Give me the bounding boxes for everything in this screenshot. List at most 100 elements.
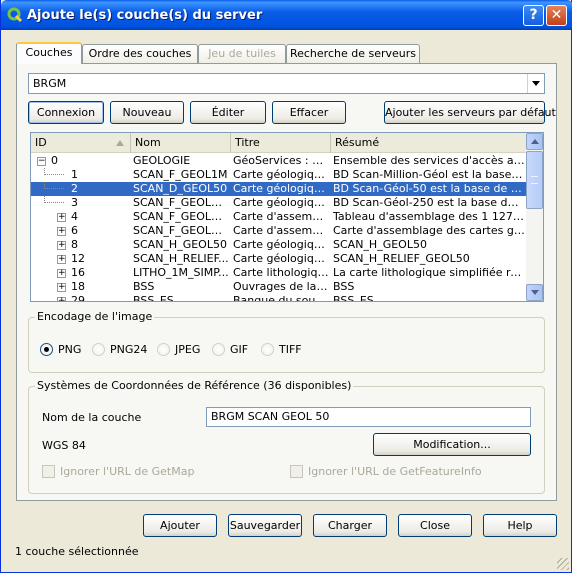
cell-resume: BD Scan-Million-Géol est la base de d... xyxy=(333,168,525,181)
help-button[interactable]: Help xyxy=(483,514,557,537)
column-header-id-label: ID xyxy=(35,136,47,149)
cell-nom: SCAN_F_GEOL250 xyxy=(133,196,229,209)
cell-id-text: 3 xyxy=(71,196,78,209)
close-title-button[interactable]: ✕ xyxy=(546,5,567,26)
expand-icon[interactable]: + xyxy=(57,212,66,222)
grip-icon xyxy=(531,176,538,184)
cell-resume: SCAN_H_GEOL50 xyxy=(333,238,427,251)
title-bar[interactable]: Ajoute le(s) couche(s) du server ? ✕ xyxy=(1,0,572,30)
qgis-logo-icon xyxy=(7,7,23,23)
cell-titre: Carte géologique... xyxy=(233,252,330,265)
dialog-window: Ajoute le(s) couche(s) du server ? ✕ Cou… xyxy=(0,0,572,573)
connect-button[interactable]: Connexion xyxy=(28,101,104,124)
ignore-getfeatureinfo-label: Ignorer l'URL de GetFeatureInfo xyxy=(308,465,482,478)
new-button[interactable]: Nouveau xyxy=(110,101,184,124)
cell-resume: SCAN_H_RELIEF_GEOL50 xyxy=(333,252,470,265)
cell-id-text: 16 xyxy=(71,266,85,279)
scrollbar-thumb[interactable] xyxy=(526,151,543,209)
table-row[interactable]: +12 SCAN_H_RELIEF... Carte géologique... SC… xyxy=(31,252,527,266)
table-row[interactable]: 2 SCAN_D_GEOL50 Carte géologique... BD Scan… xyxy=(31,182,527,196)
cell-nom: BSS_ES xyxy=(133,294,174,302)
column-header-nom[interactable]: Nom xyxy=(131,133,231,153)
radio-png-label: PNG xyxy=(58,343,82,356)
cell-resume: BSS_ES xyxy=(333,294,374,302)
cell-id-text: 0 xyxy=(51,154,58,167)
cell-resume: BD Scan-Géol-50 est la base de donn... xyxy=(333,182,525,195)
encoding-group-title: Encodage de l'image xyxy=(35,310,155,323)
change-crs-button[interactable]: Modification... xyxy=(373,433,531,456)
cell-nom: SCAN_H_RELIEF... xyxy=(133,252,229,265)
cell-id: +12 xyxy=(31,252,131,266)
sort-up-icon xyxy=(116,140,124,146)
scroll-down-icon[interactable] xyxy=(526,284,543,301)
layers-table[interactable]: ID Nom Titre Résumé −0 GEOLOGIE GéoService… xyxy=(30,132,544,302)
expand-icon[interactable]: + xyxy=(57,254,66,264)
tab-ordre-des-couches[interactable]: Ordre des couches xyxy=(82,44,198,63)
cell-id-text: 6 xyxy=(71,224,78,237)
tree-line xyxy=(44,182,64,189)
window-title: Ajoute le(s) couche(s) du server xyxy=(27,8,263,23)
resize-grip-icon[interactable] xyxy=(557,558,569,570)
cell-nom: LITHO_1M_SIMP... xyxy=(133,266,229,279)
radio-png[interactable]: PNG xyxy=(40,343,81,356)
expand-icon[interactable]: + xyxy=(57,226,66,236)
expand-icon[interactable]: + xyxy=(57,240,66,250)
cell-nom: SCAN_F_GEOL1M xyxy=(133,168,228,181)
crs-group-title: Systèmes de Coordonnées de Référence (36… xyxy=(35,379,354,392)
delete-button[interactable]: Effacer xyxy=(272,101,346,124)
radio-jpeg-label: JPEG xyxy=(175,343,201,356)
cell-titre: Carte géologique... xyxy=(233,168,330,181)
radio-gif[interactable]: GIF xyxy=(212,343,248,356)
edit-button[interactable]: Éditer xyxy=(190,101,266,124)
table-row[interactable]: 1 SCAN_F_GEOL1M Carte géologique... BD Scan… xyxy=(31,168,527,182)
cell-id-text: 29 xyxy=(71,294,85,302)
tab-jeu-de-tuiles: Jeu de tuiles xyxy=(198,44,286,63)
vertical-scrollbar[interactable] xyxy=(526,133,543,301)
table-row[interactable]: +6 SCAN_F_GEOL25... Carte d'assembla... Car… xyxy=(31,224,527,238)
table-row[interactable]: −0 GEOLOGIE GéoServices : gé... Ensemble de… xyxy=(31,154,527,168)
cell-titre: GéoServices : gé... xyxy=(233,154,330,167)
table-row[interactable]: +4 SCAN_F_GEOL50... Carte d'assembla... Tab… xyxy=(31,210,527,224)
layer-name-field[interactable]: BRGM SCAN GEOL 50 xyxy=(206,407,531,427)
close-button[interactable]: Close xyxy=(398,514,472,537)
cell-resume: Tableau d'assemblage des 1 127 cart... xyxy=(333,210,525,223)
expand-icon[interactable]: + xyxy=(57,268,66,278)
table-row[interactable]: +29 BSS_ES Banque du sous-... BSS_ES xyxy=(31,294,527,302)
save-button[interactable]: Sauvegarder xyxy=(228,514,302,537)
tree-line xyxy=(44,168,64,175)
server-select[interactable]: BRGM xyxy=(28,73,545,94)
collapse-icon[interactable]: − xyxy=(37,156,46,166)
table-row[interactable]: +16LITHO_1M_SIMP...Carte lithologique...… xyxy=(31,266,527,280)
cell-nom: SCAN_F_GEOL50... xyxy=(133,210,229,223)
help-title-button[interactable]: ? xyxy=(523,5,544,26)
cell-id: −0 xyxy=(31,154,131,168)
radio-tiff[interactable]: TIFF xyxy=(261,343,302,356)
table-row[interactable]: +8 SCAN_H_GEOL50 Carte géologique... SCAN_H… xyxy=(31,238,527,252)
cell-resume: La carte lithologique simplifiée représ.… xyxy=(333,266,525,279)
column-header-titre[interactable]: Titre xyxy=(231,133,331,153)
load-button[interactable]: Charger xyxy=(313,514,387,537)
cell-nom: SCAN_F_GEOL25... xyxy=(133,224,229,237)
column-header-resume[interactable]: Résumé xyxy=(331,133,527,153)
chevron-down-icon[interactable] xyxy=(527,74,544,93)
checkbox-icon xyxy=(42,465,55,478)
column-header-id[interactable]: ID xyxy=(31,133,131,153)
cell-id-text: 1 xyxy=(71,168,78,181)
expand-icon[interactable]: + xyxy=(57,282,66,292)
cell-id: +16 xyxy=(31,266,131,280)
add-default-servers-button[interactable]: Ajouter les serveurs par défaut xyxy=(384,101,556,124)
table-row[interactable]: 3 SCAN_F_GEOL250 Carte géologique... BD Sca… xyxy=(31,196,527,210)
scroll-up-icon[interactable] xyxy=(526,133,543,150)
expand-icon[interactable]: + xyxy=(57,296,66,301)
table-row[interactable]: +18 BSS Ouvrages de la b... BSS xyxy=(31,280,527,294)
tab-recherche-de-serveurs[interactable]: Recherche de serveurs xyxy=(286,44,420,63)
cell-titre: Carte géologique... xyxy=(233,238,330,251)
cell-titre: Banque du sous-... xyxy=(233,294,330,302)
radio-png24[interactable]: PNG24 xyxy=(92,343,147,356)
cell-nom: SCAN_H_GEOL50 xyxy=(133,238,227,251)
radio-jpeg[interactable]: JPEG xyxy=(157,343,200,356)
checkbox-icon xyxy=(290,465,303,478)
add-button[interactable]: Ajouter xyxy=(143,514,217,537)
tab-couches[interactable]: Couches xyxy=(16,42,82,64)
encoding-group: Encodage de l'image PNG PNG24 JPEG GIF T… xyxy=(28,310,545,373)
